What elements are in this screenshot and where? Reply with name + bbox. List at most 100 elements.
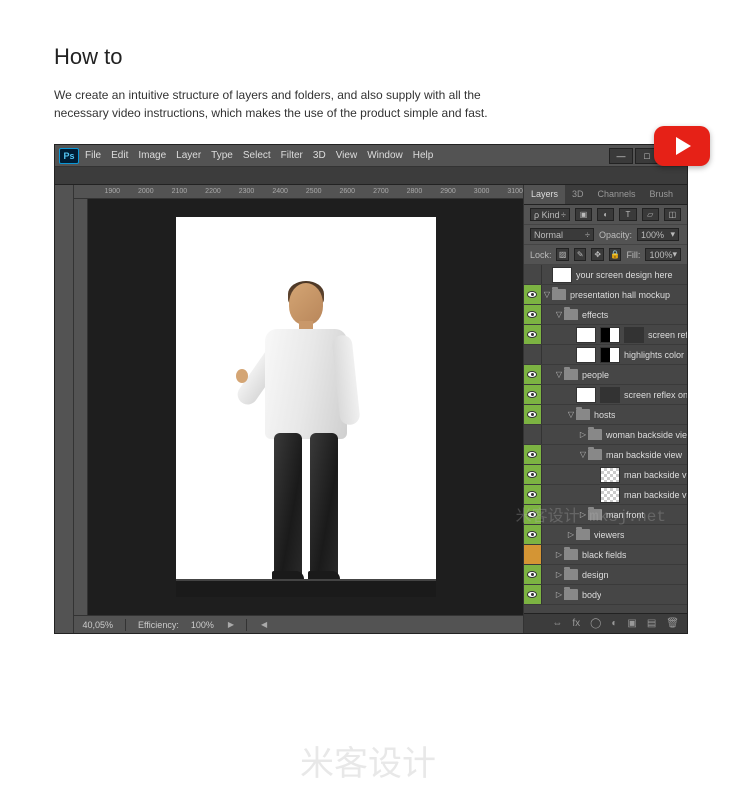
layer-name[interactable]: man backside view [606,450,682,460]
canvas-area[interactable] [88,199,523,615]
opacity-input[interactable]: 100%▾ [637,228,679,241]
filter-pixel-icon[interactable]: ▣ [575,208,592,221]
layer-row[interactable]: man backside view shadow [524,485,687,505]
layers-list[interactable]: your screen design here ▽ presentation hal… [524,265,687,613]
expand-arrow-icon[interactable]: ▷ [566,530,576,539]
visibility-toggle[interactable] [524,585,542,604]
panel-tab-layers[interactable]: Layers [524,185,565,204]
lock-pixels-icon[interactable]: ✎ [574,248,586,261]
tools-panel[interactable] [55,185,74,633]
layer-row[interactable]: ▷ black fields [524,545,687,565]
visibility-toggle[interactable] [524,545,542,564]
panel-tab-channels[interactable]: Channels [590,185,642,204]
menu-image[interactable]: Image [138,150,166,161]
visibility-toggle[interactable] [524,345,542,364]
fx-icon[interactable]: fx [572,618,580,629]
status-prev-icon[interactable]: ◀ [261,620,267,629]
minimize-button[interactable]: — [609,148,633,164]
expand-arrow-icon[interactable]: ▷ [554,590,564,599]
panel-tab-3d[interactable]: 3D [565,185,591,204]
menu-select[interactable]: Select [243,150,271,161]
lock-all-icon[interactable]: 🔒 [609,248,621,261]
visibility-toggle[interactable] [524,565,542,584]
menu-help[interactable]: Help [413,150,434,161]
visibility-toggle[interactable] [524,425,542,444]
layer-row[interactable]: ▽effects [524,305,687,325]
layer-row[interactable]: ▷ viewers [524,525,687,545]
filter-type-icon[interactable]: T [619,208,636,221]
layer-name[interactable]: design [582,570,609,580]
new-layer-icon[interactable]: ▤ [647,618,656,629]
layer-name[interactable]: presentation hall mockup [570,290,670,300]
layer-row[interactable]: screen reflex on hosts [524,385,687,405]
delete-icon[interactable]: 🗑 [666,618,679,629]
visibility-toggle[interactable] [524,485,542,504]
mask-icon[interactable]: ◯ [590,618,601,629]
layer-name[interactable]: screen reflex in a hall [648,330,687,340]
menu-edit[interactable]: Edit [111,150,128,161]
layer-row[interactable]: screen reflex in a hall [524,325,687,345]
layer-row[interactable]: ▷ body [524,585,687,605]
expand-arrow-icon[interactable]: ▷ [554,570,564,579]
layer-row[interactable]: ▷ man front [524,505,687,525]
layer-row[interactable]: man backside view body [524,465,687,485]
adjustment-icon[interactable]: ◐ [611,618,617,629]
menu-3d[interactable]: 3D [313,150,326,161]
layer-name[interactable]: body [582,590,602,600]
layer-row[interactable]: ▷woman backside view [524,425,687,445]
expand-arrow-icon[interactable]: ▽ [554,370,564,379]
visibility-toggle[interactable] [524,445,542,464]
expand-arrow-icon[interactable]: ▽ [566,410,576,419]
link-layers-icon[interactable]: ⇔ [552,618,562,629]
visibility-toggle[interactable] [524,285,542,304]
expand-arrow-icon[interactable]: ▽ [578,450,588,459]
layer-row[interactable]: ▽ people [524,365,687,385]
filter-kind-dropdown[interactable]: ρ Kind÷ [530,208,570,221]
blend-mode-dropdown[interactable]: Normal÷ [530,228,594,241]
visibility-toggle[interactable] [524,505,542,524]
menu-file[interactable]: File [85,150,101,161]
layer-row[interactable]: ▽ man backside view [524,445,687,465]
status-menu-icon[interactable]: ▶ [228,620,234,629]
expand-arrow-icon[interactable]: ▽ [542,290,552,299]
group-icon[interactable]: ▣ [627,618,636,629]
layer-row[interactable]: ▽ presentation hall mockup [524,285,687,305]
menu-type[interactable]: Type [211,150,233,161]
layer-name[interactable]: man front [606,510,644,520]
layer-name[interactable]: people [582,370,609,380]
layer-name[interactable]: black fields [582,550,627,560]
visibility-toggle[interactable] [524,325,542,344]
layer-name[interactable]: man backside view body [624,470,687,480]
visibility-toggle[interactable] [524,365,542,384]
layer-row[interactable]: ▷ design [524,565,687,585]
youtube-play-button[interactable] [654,126,710,166]
layer-name[interactable]: viewers [594,530,625,540]
filter-adjust-icon[interactable]: ◐ [597,208,614,221]
panel-tab-paths[interactable]: Paths [680,185,687,204]
expand-arrow-icon[interactable]: ▷ [554,550,564,559]
filter-smart-icon[interactable]: ◫ [664,208,681,221]
expand-arrow-icon[interactable]: ▽ [554,310,564,319]
fill-input[interactable]: 100%▾ [645,248,681,261]
layer-row[interactable]: your screen design here [524,265,687,285]
expand-arrow-icon[interactable]: ▷ [578,510,588,519]
layer-name[interactable]: highlights color [624,350,684,360]
menu-view[interactable]: View [336,150,358,161]
visibility-toggle[interactable] [524,385,542,404]
visibility-toggle[interactable] [524,305,542,324]
layer-row[interactable]: ▽ hosts [524,405,687,425]
menu-filter[interactable]: Filter [281,150,303,161]
document-canvas[interactable] [176,217,436,597]
zoom-level[interactable]: 40,05% [82,620,113,630]
layer-name[interactable]: hosts [594,410,616,420]
layer-name[interactable]: man backside view shadow [624,490,687,500]
panel-tab-brush[interactable]: Brush [643,185,681,204]
visibility-toggle[interactable] [524,405,542,424]
layer-name[interactable]: your screen design here [576,270,673,280]
menu-window[interactable]: Window [367,150,403,161]
lock-transparent-icon[interactable]: ▨ [556,248,568,261]
filter-shape-icon[interactable]: ▱ [642,208,659,221]
menu-layer[interactable]: Layer [176,150,201,161]
expand-arrow-icon[interactable]: ▷ [578,430,588,439]
layer-row[interactable]: highlights color [524,345,687,365]
